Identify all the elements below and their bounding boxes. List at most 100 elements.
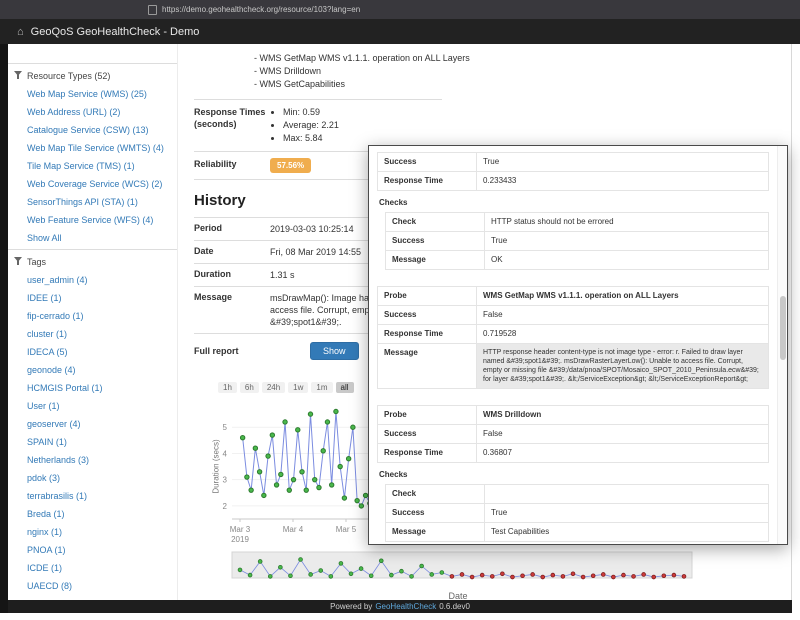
sidebar-item-tag[interactable]: User (1) (14, 397, 173, 415)
data-point[interactable] (257, 470, 261, 474)
navigator-point-ok[interactable] (258, 560, 262, 564)
sidebar-item-resource-type[interactable]: Tile Map Service (TMS) (1) (14, 157, 173, 175)
data-point[interactable] (283, 420, 287, 424)
navigator-point-ok[interactable] (248, 573, 252, 577)
data-point[interactable] (274, 483, 278, 487)
data-point[interactable] (351, 425, 355, 429)
data-point[interactable] (308, 412, 312, 416)
navigator-point-ok[interactable] (420, 564, 424, 568)
navigator-point-ok[interactable] (238, 568, 242, 572)
navigator-point-ok[interactable] (440, 571, 444, 575)
navigator-point-fail[interactable] (551, 573, 555, 577)
sidebar-item-resource-type[interactable]: Catalogue Service (CSW) (13) (14, 121, 173, 139)
data-point[interactable] (245, 475, 249, 479)
data-point[interactable] (342, 496, 346, 500)
navigator-point-fail[interactable] (622, 573, 626, 577)
navigator-point-fail[interactable] (642, 573, 646, 577)
navigator-point-fail[interactable] (601, 573, 605, 577)
data-point[interactable] (249, 488, 253, 492)
navigator-point-fail[interactable] (672, 573, 676, 577)
sidebar-item-tag[interactable]: cluster (1) (14, 325, 173, 343)
navigator-point-ok[interactable] (369, 574, 373, 578)
navigator-point-ok[interactable] (349, 572, 353, 576)
range-button-all[interactable]: all (336, 382, 354, 393)
sidebar-item-tag[interactable]: terrabrasilis (1) (14, 487, 173, 505)
sidebar-item-tag[interactable]: pdok (3) (14, 469, 173, 487)
navigator-point-fail[interactable] (632, 575, 636, 579)
navigator-point-fail[interactable] (450, 575, 454, 579)
navigator-point-ok[interactable] (289, 574, 293, 578)
sidebar-item-resource-type[interactable]: SensorThings API (STA) (1) (14, 193, 173, 211)
sidebar-item-tag[interactable]: user_admin (4) (14, 271, 173, 289)
sidebar-item-tag[interactable]: HCMGIS Portal (1) (14, 379, 173, 397)
navigator-point-ok[interactable] (329, 575, 333, 579)
navigator-point-fail[interactable] (470, 575, 474, 579)
chart-navigator[interactable] (208, 550, 723, 584)
sidebar-item-tag[interactable]: fip-cerrado (1) (14, 307, 173, 325)
range-button-1m[interactable]: 1m (311, 382, 332, 393)
sidebar-item-resource-type[interactable]: Web Map Tile Service (WMTS) (4) (14, 139, 173, 157)
data-point[interactable] (266, 454, 270, 458)
brand-link[interactable]: GeoQoS GeoHealthCheck - Demo (31, 26, 200, 38)
navigator-point-fail[interactable] (591, 574, 595, 578)
modal-scrollbar[interactable] (777, 146, 787, 544)
range-button-24h[interactable]: 24h (262, 382, 285, 393)
sidebar-item-tag[interactable]: IDEE (1) (14, 289, 173, 307)
data-point[interactable] (240, 436, 244, 440)
data-point[interactable] (300, 470, 304, 474)
data-point[interactable] (253, 446, 257, 450)
sidebar-item-tag[interactable]: SPAIN (1) (14, 433, 173, 451)
sidebar-item-tag[interactable]: Breda (1) (14, 505, 173, 523)
navigator-point-ok[interactable] (389, 573, 393, 577)
navigator-point-fail[interactable] (541, 575, 545, 579)
data-point[interactable] (262, 493, 266, 497)
navigator-point-fail[interactable] (490, 575, 494, 579)
sidebar-item-tag[interactable]: geonode (4) (14, 361, 173, 379)
show-report-button[interactable]: Show (310, 342, 359, 360)
navigator-point-ok[interactable] (278, 565, 282, 569)
navigator-point-fail[interactable] (561, 575, 565, 579)
data-point[interactable] (325, 420, 329, 424)
geohealthcheck-link[interactable]: GeoHealthCheck (375, 602, 436, 611)
navigator-point-ok[interactable] (309, 573, 313, 577)
sidebar-item-resource-type[interactable]: Web Feature Service (WFS) (4) (14, 211, 173, 229)
navigator-point-ok[interactable] (268, 575, 272, 579)
data-point[interactable] (321, 449, 325, 453)
navigator-point-fail[interactable] (682, 575, 686, 579)
navigator-point-fail[interactable] (662, 574, 666, 578)
navigator-point-ok[interactable] (359, 567, 363, 571)
address-bar[interactable]: https://demo.geohealthcheck.org/resource… (148, 5, 360, 15)
url-text[interactable]: https://demo.geohealthcheck.org/resource… (162, 5, 360, 14)
sidebar-item-tag[interactable]: geoserver (4) (14, 415, 173, 433)
navigator-point-ok[interactable] (400, 569, 404, 573)
sidebar-item-tag[interactable]: nginx (1) (14, 523, 173, 541)
navigator-point-fail[interactable] (480, 573, 484, 577)
navigator-point-fail[interactable] (500, 572, 504, 576)
navigator-point-fail[interactable] (511, 575, 515, 579)
sidebar-item-resource-type[interactable]: Web Map Service (WMS) (25) (14, 85, 173, 103)
sidebar-item-tag[interactable]: Netherlands (3) (14, 451, 173, 469)
data-point[interactable] (287, 488, 291, 492)
navigator-point-ok[interactable] (430, 573, 434, 577)
data-point[interactable] (355, 498, 359, 502)
navigator-point-fail[interactable] (460, 573, 464, 577)
navigator-point-ok[interactable] (319, 569, 323, 573)
data-point[interactable] (291, 477, 295, 481)
sidebar-item-tag[interactable]: IDECA (5) (14, 343, 173, 361)
navigator-point-fail[interactable] (521, 574, 525, 578)
navigator-point-ok[interactable] (379, 559, 383, 563)
data-point[interactable] (338, 464, 342, 468)
navigator-point-ok[interactable] (410, 575, 414, 579)
navigator-point-fail[interactable] (611, 575, 615, 579)
data-point[interactable] (359, 504, 363, 508)
data-point[interactable] (304, 488, 308, 492)
navigator-point-fail[interactable] (531, 573, 535, 577)
sidebar-item-tag[interactable]: PNOA (1) (14, 541, 173, 559)
navigator-point-ok[interactable] (339, 562, 343, 566)
home-icon[interactable]: ⌂ (17, 26, 24, 38)
sidebar-item-resource-type[interactable]: Web Coverage Service (WCS) (2) (14, 175, 173, 193)
sidebar-item-resource-type[interactable]: Show All (14, 229, 173, 247)
data-point[interactable] (346, 456, 350, 460)
modal-scrollbar-thumb[interactable] (780, 296, 786, 360)
data-point[interactable] (334, 409, 338, 413)
